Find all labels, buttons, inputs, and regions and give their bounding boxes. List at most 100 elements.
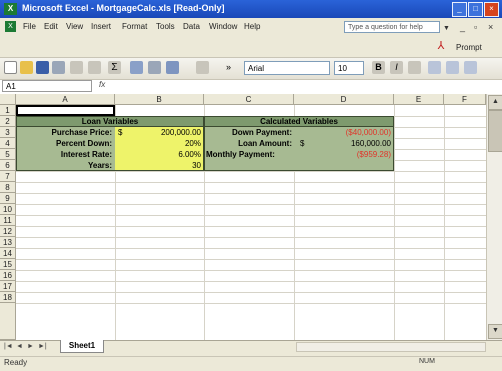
interest-rate-value[interactable]: 6.00% <box>118 149 201 160</box>
select-all-corner[interactable] <box>0 94 16 105</box>
font-size-select[interactable]: 10 <box>334 61 364 75</box>
next-sheet-icon[interactable]: ► <box>27 343 34 350</box>
italic-icon[interactable]: I <box>390 61 403 74</box>
undo-icon[interactable] <box>70 61 83 74</box>
menu-file[interactable]: File <box>23 22 36 31</box>
doc-restore-button[interactable]: ▫ <box>474 22 477 32</box>
name-box[interactable]: A1 <box>2 80 92 92</box>
purchase-price-currency: $ <box>118 128 123 137</box>
window-title: Microsoft Excel - MortgageCalc.xls [Read… <box>22 3 225 13</box>
row-header[interactable]: 3 <box>0 127 16 138</box>
monthly-payment-label: Monthly Payment: <box>206 150 275 159</box>
drawing-icon[interactable] <box>166 61 179 74</box>
fx-icon[interactable]: fx <box>99 80 105 89</box>
menu-tools[interactable]: Tools <box>156 22 175 31</box>
row-header[interactable]: 2 <box>0 116 16 127</box>
row-header[interactable]: 16 <box>0 270 16 281</box>
prompt-button[interactable]: Prompt <box>456 43 482 52</box>
column-header-c[interactable]: C <box>204 94 294 105</box>
monthly-payment-value[interactable]: ($959.28) <box>296 149 391 160</box>
loan-amount-currency: $ <box>300 139 305 148</box>
zoom-icon[interactable] <box>196 61 209 74</box>
column-header-f[interactable]: F <box>444 94 486 105</box>
row-header[interactable]: 9 <box>0 193 16 204</box>
font-select[interactable]: Arial <box>244 61 330 75</box>
prev-sheet-icon[interactable]: ◄ <box>16 343 23 350</box>
doc-close-button[interactable]: × <box>488 22 493 32</box>
sheet-tab-sheet1[interactable]: Sheet1 <box>60 340 104 353</box>
down-payment-label: Down Payment: <box>231 128 292 137</box>
menu-insert[interactable]: Insert <box>91 22 111 31</box>
column-header-d[interactable]: D <box>294 94 394 105</box>
toolbar-options-icon[interactable]: » <box>222 61 235 74</box>
row-header[interactable]: 4 <box>0 138 16 149</box>
row-header[interactable]: 10 <box>0 204 16 215</box>
gridline <box>16 270 486 271</box>
row-header[interactable]: 13 <box>0 237 16 248</box>
maximize-button[interactable]: □ <box>468 2 483 17</box>
row-header[interactable]: 8 <box>0 182 16 193</box>
percent-down-value[interactable]: 20% <box>118 138 201 149</box>
horizontal-scrollbar[interactable] <box>296 342 486 352</box>
last-sheet-icon[interactable]: ►| <box>38 343 47 350</box>
minimize-button[interactable]: _ <box>452 2 467 17</box>
new-icon[interactable] <box>4 61 17 74</box>
menu-format[interactable]: Format <box>122 22 147 31</box>
status-num: NUM <box>419 358 435 365</box>
row-header[interactable]: 18 <box>0 292 16 303</box>
align-left-icon[interactable] <box>428 61 441 74</box>
active-cell-a1[interactable] <box>16 105 115 116</box>
save-icon[interactable] <box>36 61 49 74</box>
doc-minimize-button[interactable]: _ <box>460 22 465 32</box>
column-header-b[interactable]: B <box>115 94 204 105</box>
row-header[interactable]: 12 <box>0 226 16 237</box>
pdf-icon[interactable]: ⅄ <box>434 40 448 53</box>
menu-data[interactable]: Data <box>183 22 200 31</box>
row-header[interactable]: 5 <box>0 149 16 160</box>
bold-icon[interactable]: B <box>372 61 385 74</box>
row-header[interactable]: 15 <box>0 259 16 270</box>
sort-icon[interactable] <box>130 61 143 74</box>
redo-icon[interactable] <box>88 61 101 74</box>
gridline <box>16 237 486 238</box>
years-value[interactable]: 30 <box>118 160 201 171</box>
first-sheet-icon[interactable]: |◄ <box>4 343 13 350</box>
underline-icon[interactable] <box>408 61 421 74</box>
gridline <box>16 303 486 304</box>
scroll-up-icon[interactable]: ▲ <box>488 95 502 110</box>
open-icon[interactable] <box>20 61 33 74</box>
help-search-input[interactable]: Type a question for help <box>344 21 440 33</box>
vertical-scrollbar[interactable]: ▲ ▼ <box>486 94 502 340</box>
row-header[interactable]: 7 <box>0 171 16 182</box>
menu-help[interactable]: Help <box>244 22 260 31</box>
percent-down-label: Percent Down: <box>55 139 112 148</box>
row-header[interactable]: 1 <box>0 105 16 116</box>
menu-window[interactable]: Window <box>209 22 237 31</box>
gridline <box>16 281 486 282</box>
document-icon[interactable]: X <box>5 21 16 32</box>
chart-icon[interactable] <box>148 61 161 74</box>
loan-amount-value[interactable]: 160,000.00 <box>310 138 391 149</box>
row-header[interactable]: 6 <box>0 160 16 171</box>
row-header[interactable]: 11 <box>0 215 16 226</box>
help-dropdown-icon[interactable]: ▼ <box>443 25 450 32</box>
column-header-a[interactable]: A <box>16 94 115 105</box>
menu-edit[interactable]: Edit <box>44 22 58 31</box>
autosum-icon[interactable]: Σ <box>108 61 121 74</box>
close-button[interactable]: × <box>484 2 499 17</box>
row-header[interactable]: 14 <box>0 248 16 259</box>
status-ready: Ready <box>4 358 28 367</box>
worksheet-grid[interactable]: A B C D E F 1 2 3 4 5 6 7 8 9 10 11 12 1… <box>0 94 502 340</box>
menu-view[interactable]: View <box>66 22 83 31</box>
align-center-icon[interactable] <box>446 61 459 74</box>
purchase-price-value[interactable]: 200,000.00 <box>128 127 201 138</box>
column-header-e[interactable]: E <box>394 94 444 105</box>
scroll-thumb[interactable] <box>488 110 502 152</box>
gridline <box>16 193 486 194</box>
print-icon[interactable] <box>52 61 65 74</box>
align-right-icon[interactable] <box>464 61 477 74</box>
scroll-down-icon[interactable]: ▼ <box>488 324 502 339</box>
loan-variables-header: Loan Variables <box>81 117 139 126</box>
row-header[interactable]: 17 <box>0 281 16 292</box>
down-payment-value[interactable]: ($40,000.00) <box>296 127 391 138</box>
